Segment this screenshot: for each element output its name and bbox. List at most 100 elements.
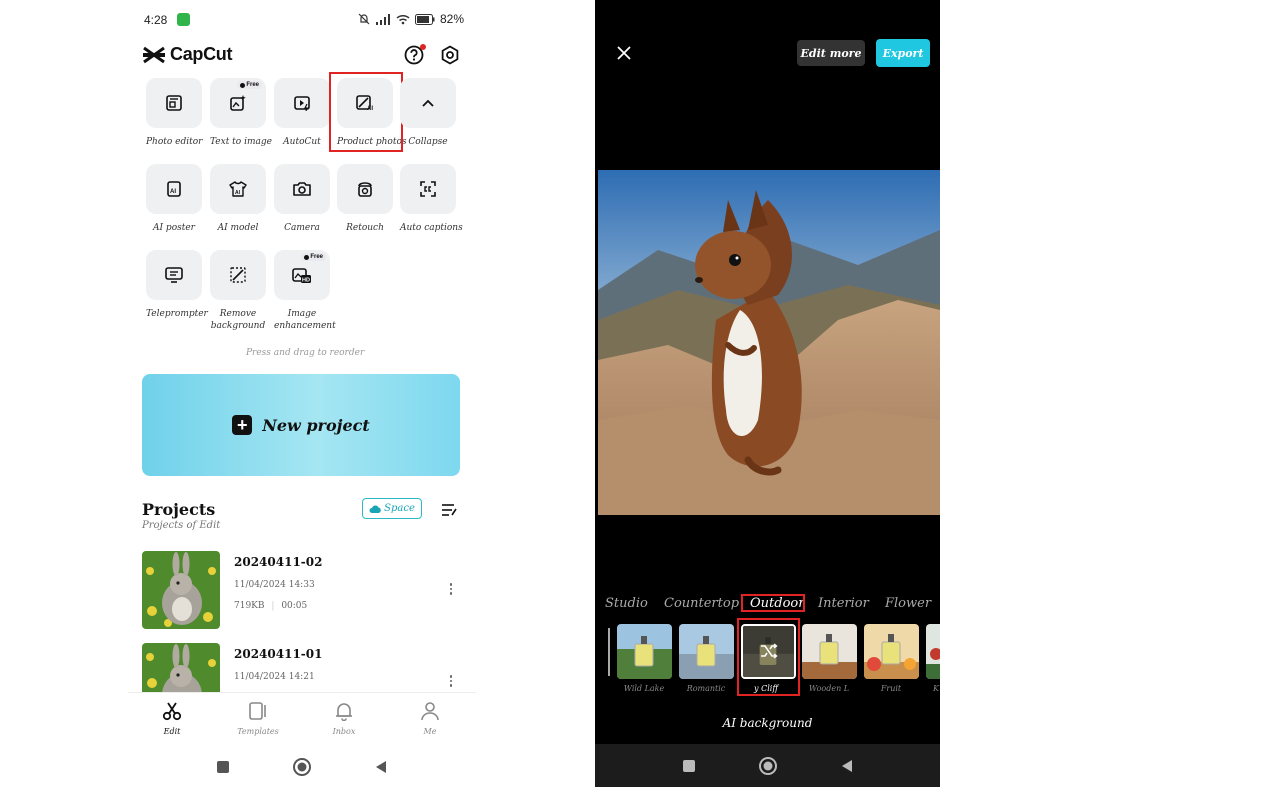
settings-button[interactable] [440, 45, 460, 69]
category-tab-studio[interactable]: Studio [605, 596, 648, 611]
nav-me[interactable]: Me [400, 701, 460, 736]
category-tab-countertop[interactable]: Countertop [664, 596, 739, 611]
close-icon [617, 46, 631, 60]
highlight-box-selected-background [737, 618, 800, 696]
project-thumbnail [142, 551, 220, 629]
background-option[interactable] [679, 624, 734, 679]
preview-image [598, 170, 940, 515]
squirrel-preview [598, 170, 940, 515]
cloud-icon [369, 505, 381, 513]
recents-icon[interactable] [682, 759, 696, 773]
new-project-button[interactable]: + New project [142, 374, 460, 476]
tool-ai-poster[interactable]: AI AI poster [146, 164, 202, 234]
project-duration: 00:05 [281, 601, 308, 611]
auto-captions-icon [420, 181, 436, 197]
background-option[interactable] [802, 624, 857, 679]
space-label: Space [384, 503, 415, 514]
background-option[interactable] [617, 624, 672, 679]
background-option[interactable] [864, 624, 919, 679]
projects-title: Projects [142, 500, 216, 519]
tool-text-to-image[interactable]: Free Text to image [210, 78, 272, 148]
tool-label: Photo editor [146, 137, 203, 147]
project-name: 20240411-02 [234, 555, 323, 569]
scroll-edge-indicator [608, 628, 610, 676]
tool-label: AutoCut [283, 137, 321, 147]
nav-label: Edit [163, 727, 181, 736]
nav-templates[interactable]: Templates [228, 701, 288, 736]
bell-icon [336, 703, 352, 722]
more-options-icon[interactable] [448, 675, 454, 687]
new-project-label: New project [262, 415, 370, 435]
photo-editor-icon [166, 95, 182, 111]
status-icons: 82% [358, 12, 464, 26]
tool-ai-model[interactable]: AI AI model [210, 164, 266, 234]
tool-teleprompter[interactable]: Teleprompter [146, 250, 208, 320]
tool-remove-background[interactable]: Remove background [210, 250, 266, 332]
space-button[interactable]: Space [362, 498, 422, 519]
tool-label: Retouch [346, 223, 384, 233]
tool-label: AI poster [153, 223, 195, 233]
project-thumbnail [142, 643, 220, 692]
ai-model-icon: AI [229, 181, 247, 197]
tool-label: Collapse [408, 137, 448, 147]
tool-label: Remove background [210, 309, 266, 331]
tool-image-enhancement[interactable]: Free HD Image enhancement [274, 250, 336, 332]
status-time: 4:28 [144, 13, 168, 27]
tool-collapse[interactable]: Collapse [400, 78, 456, 148]
plus-icon: + [232, 415, 253, 435]
help-button[interactable] [404, 44, 426, 65]
capcut-logo-icon [143, 46, 165, 63]
back-icon[interactable] [840, 759, 854, 773]
tool-auto-captions[interactable]: Auto captions [400, 164, 463, 234]
background-label: Wild Lake [623, 684, 665, 693]
remove-background-icon [230, 267, 246, 283]
more-options-icon[interactable] [448, 583, 454, 595]
home-icon[interactable] [292, 757, 312, 777]
free-badge: Free [301, 253, 326, 261]
wifi-icon [396, 14, 410, 24]
tool-label: Image enhancement [274, 309, 336, 331]
project-date: 11/04/2024 14:33 [234, 580, 315, 590]
tool-label: Camera [284, 223, 320, 233]
project-row[interactable]: 20240411-02 11/04/2024 14:33 719KB | 00:… [142, 551, 462, 629]
notification-dot [420, 44, 426, 50]
sort-button[interactable] [441, 502, 458, 521]
projects-subtitle: Projects of Edit [142, 520, 221, 531]
app-name: CapCut [170, 44, 233, 64]
ai-background-screen: Edit more Export Studio Countertop Outdo… [595, 0, 940, 787]
nav-inbox[interactable]: Inbox [314, 701, 374, 736]
ai-poster-icon: AI [167, 181, 181, 197]
nav-label: Templates [237, 727, 279, 736]
sort-list-icon [442, 504, 457, 516]
capcut-logo: CapCut [142, 44, 233, 65]
svg-text:AI: AI [170, 189, 176, 195]
nav-edit[interactable]: Edit [142, 701, 202, 736]
system-navigation [595, 744, 940, 787]
export-button[interactable]: Export [876, 39, 930, 67]
svg-text:HD: HD [302, 278, 310, 284]
project-row[interactable]: 20240411-01 11/04/2024 14:21 [142, 643, 462, 692]
tool-autocut[interactable]: AutoCut [274, 78, 330, 148]
notification-icon [177, 13, 190, 26]
edit-more-button[interactable]: Edit more [797, 40, 865, 66]
category-tab-flower[interactable]: Flower [885, 596, 931, 611]
retouch-icon [358, 182, 372, 197]
mute-icon [358, 13, 370, 25]
tool-retouch[interactable]: Retouch [337, 164, 393, 234]
background-label: Wooden L [808, 684, 850, 693]
highlight-box-product-photos [329, 72, 403, 152]
tool-label: Teleprompter [146, 309, 208, 319]
home-icon[interactable] [758, 756, 778, 776]
background-option[interactable] [926, 624, 940, 679]
project-date: 11/04/2024 14:21 [234, 672, 315, 682]
project-size: 719KB [234, 601, 265, 611]
project-meta: 719KB | 00:05 [234, 601, 308, 611]
back-icon[interactable] [374, 760, 388, 774]
tool-camera[interactable]: Camera [274, 164, 330, 234]
recents-icon[interactable] [216, 760, 230, 774]
tool-photo-editor[interactable]: Photo editor [146, 78, 202, 148]
settings-icon [441, 45, 459, 65]
tool-label: Text to image [210, 137, 272, 147]
close-button[interactable] [615, 44, 633, 66]
category-tab-interior[interactable]: Interior [818, 596, 869, 611]
